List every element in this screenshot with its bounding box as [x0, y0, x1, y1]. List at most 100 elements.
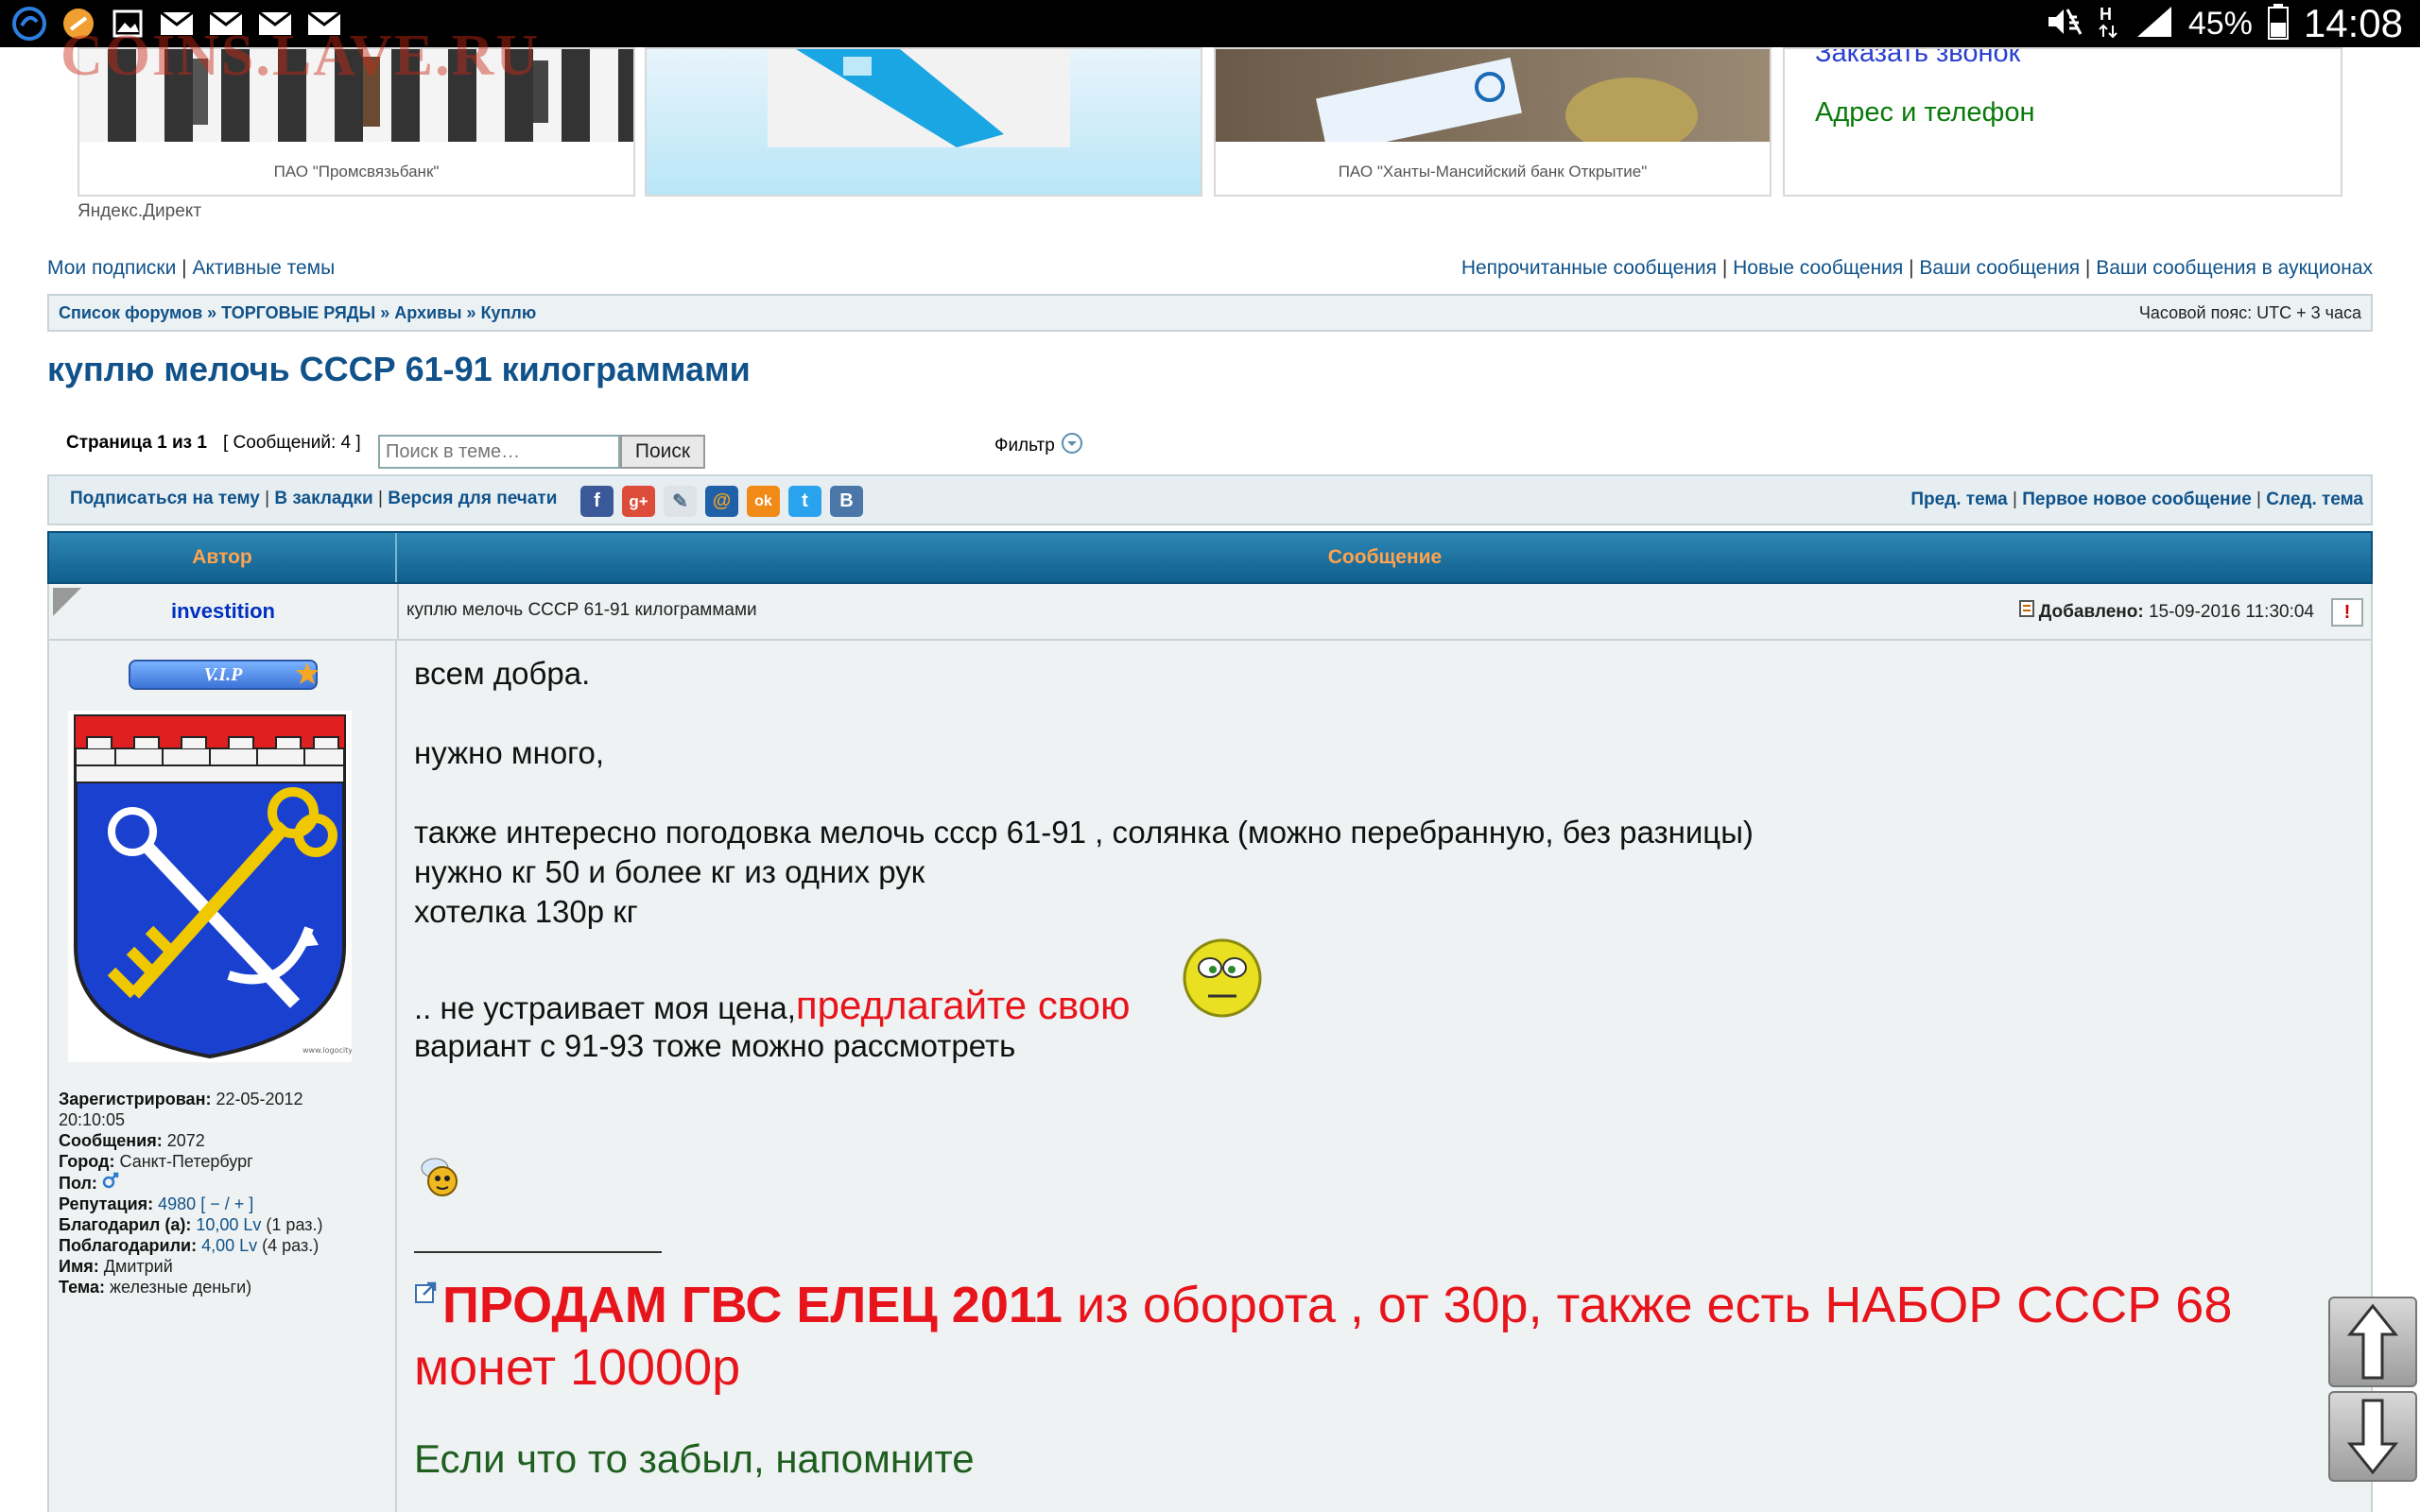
external-link-icon[interactable] — [414, 1280, 439, 1309]
ad-card-3[interactable]: ПАО "Ханты-Мансийский банк Открытие" — [1214, 47, 1772, 197]
link-your-auction-posts[interactable]: Ваши сообщения в аукционах — [2096, 257, 2373, 279]
male-icon — [102, 1172, 119, 1193]
mute-icon — [2045, 6, 2083, 43]
post-text: .. не устраивает моя цена, — [414, 990, 796, 1025]
vkontakte-icon[interactable]: B — [830, 486, 863, 517]
avatar: www.logocity.ru — [68, 711, 362, 1062]
vip-text: V.I.P — [203, 664, 243, 685]
reputation-value[interactable]: 4980 — [158, 1194, 196, 1213]
facebook-icon[interactable]: f — [580, 486, 614, 517]
registered-label: Зарегистрирован: — [59, 1090, 212, 1108]
thanked-count: (1 раз.) — [266, 1215, 323, 1234]
mail-icon — [208, 6, 244, 42]
timezone-label: Часовой пояс: UTC + 3 часа — [2138, 303, 2361, 322]
theme-value: железные деньги) — [109, 1278, 252, 1297]
scroll-down-button[interactable] — [2328, 1391, 2417, 1482]
report-icon[interactable]: ! — [2331, 598, 2363, 627]
ad-link-address[interactable]: Адрес и телефон — [1815, 97, 2341, 129]
signature-note: Если что то забыл, напомните — [414, 1436, 975, 1481]
subscribe-topic-link[interactable]: Подписаться на тему — [70, 489, 260, 508]
post-line: нужно много, — [414, 735, 605, 770]
post-link-icon[interactable] — [2018, 600, 2039, 622]
crumb-forum-list[interactable]: Список форумов — [59, 303, 202, 322]
registered-value: 22-05-2012 — [216, 1090, 303, 1108]
chevron-down-icon — [1061, 432, 1083, 460]
topic-search-input[interactable] — [378, 435, 620, 469]
google-plus-icon[interactable]: g+ — [622, 486, 655, 517]
bookmark-link[interactable]: В закладки — [274, 489, 372, 508]
post-date: Добавлено: 15-09-2016 11:30:04 — [2018, 600, 2314, 623]
battery-icon — [2267, 3, 2289, 44]
page-indicator: Страница 1 из 1 — [66, 433, 207, 453]
signal-icon — [2135, 5, 2173, 43]
livejournal-icon[interactable]: ✎ — [664, 486, 697, 517]
post-line: хотелка 130р кг — [414, 894, 638, 929]
mail-icon — [159, 6, 195, 42]
prev-topic-link[interactable]: Пред. тема — [1910, 490, 2007, 509]
signature-line-2: монет 10000р — [414, 1339, 741, 1396]
search-button[interactable]: Поиск — [620, 435, 705, 469]
twitter-icon[interactable]: t — [788, 486, 821, 517]
post-body: всем добра. нужно много, также интересно… — [397, 641, 2373, 1512]
next-topic-link[interactable]: След. тема — [2266, 490, 2363, 509]
crumb-archives[interactable]: Архивы — [394, 303, 461, 322]
reputation-label: Репутация: — [59, 1194, 154, 1213]
ad-caption: ПАО "Ханты-Мансийский банк Открытие" — [1338, 163, 1648, 180]
ad-link-call[interactable]: Заказать звонок — [1815, 49, 2341, 69]
thanks-count: (4 раз.) — [262, 1236, 320, 1255]
first-new-post-link[interactable]: Первое новое сообщение — [2022, 490, 2252, 509]
crumb-buy[interactable]: Куплю — [481, 303, 537, 322]
signature-divider — [414, 1251, 662, 1253]
swype-icon — [11, 6, 47, 42]
smiley-icon — [1180, 936, 1265, 1025]
posts-label: Сообщения: — [59, 1131, 163, 1150]
column-message: Сообщение — [1327, 546, 1443, 568]
link-my-subscriptions[interactable]: Мои подписки — [47, 257, 176, 279]
posts-value: 2072 — [166, 1131, 205, 1150]
name-label: Имя: — [59, 1257, 99, 1276]
link-unread[interactable]: Непрочитанные сообщения — [1461, 257, 1717, 279]
profile-details: Зарегистрирован: 22-05-2012 20:10:05 Соо… — [59, 1089, 389, 1297]
link-your-posts[interactable]: Ваши сообщения — [1919, 257, 2080, 279]
link-active-topics[interactable]: Активные темы — [192, 257, 335, 279]
post-text-red: предлагайте свою — [795, 983, 1131, 1027]
link-new-posts[interactable]: Новые сообщения — [1733, 257, 1903, 279]
crumb-trading[interactable]: ТОРГОВЫЕ РЯДЫ — [221, 303, 375, 322]
arrow-down-icon — [2346, 1399, 2399, 1475]
post-subject[interactable]: куплю мелочь СССР 61-91 килограммами — [406, 600, 757, 621]
signature-text: из оборота , от 30р, также есть НАБОР СС… — [1062, 1277, 2233, 1333]
filter-toggle[interactable]: Фильтр — [994, 432, 1083, 460]
scroll-up-button[interactable] — [2328, 1297, 2417, 1387]
post-line: нужно кг 50 и более кг из одних рук — [414, 854, 925, 889]
post-header-row: investition куплю мелочь СССР 61-91 кило… — [47, 584, 2373, 641]
print-version-link[interactable]: Версия для печати — [388, 489, 557, 508]
corner-marker-icon — [53, 588, 81, 616]
reputation-controls[interactable]: [ − / + ] — [200, 1194, 253, 1213]
bee-icon — [414, 1155, 467, 1203]
ad-card-2[interactable] — [645, 47, 1202, 197]
added-label: Добавлено: — [2038, 602, 2144, 622]
user-links-left: Мои подписки | Активные темы — [47, 257, 336, 279]
signature-bold: ПРОДАМ ГВС ЕЛЕЦ 2011 — [442, 1277, 1063, 1333]
post-line: .. не устраивает моя цена,предлагайте св… — [414, 983, 1131, 1028]
share-buttons: f g+ ✎ @ ok t B — [580, 486, 863, 517]
ad-image-crosswalk — [79, 49, 633, 142]
author-profile: V.I.P www.logocity.ru Зарегистрирован: 2… — [47, 641, 397, 1512]
column-author: Автор — [49, 533, 397, 582]
thanks-value[interactable]: 4,00 Lv — [201, 1236, 257, 1255]
breadcrumb: Список форумов » ТОРГОВЫЕ РЯДЫ » Архивы … — [47, 294, 2373, 332]
thanked-value[interactable]: 10,00 Lv — [196, 1215, 261, 1234]
ad-card-1[interactable]: ПАО "Промсвязьбанк" — [78, 47, 635, 197]
arrow-up-icon — [2346, 1303, 2399, 1380]
odnoklassniki-icon[interactable]: ok — [747, 486, 780, 517]
posts-count: [ Сообщений: 4 ] — [223, 433, 361, 453]
page-title[interactable]: куплю мелочь СССР 61-91 килограммами — [47, 350, 751, 389]
clock: 14:08 — [2303, 1, 2403, 45]
post-line: всем добра. — [414, 656, 591, 691]
signature-line[interactable]: ПРОДАМ ГВС ЕЛЕЦ 2011 из оборота , от 30р… — [442, 1276, 2232, 1334]
ad-image-bank-card — [1216, 49, 1770, 142]
author-name[interactable]: investition — [171, 599, 275, 623]
thanked-label: Благодарил (а): — [59, 1215, 192, 1234]
posts-table-header: Автор Сообщение — [47, 531, 2373, 584]
mailru-icon[interactable]: @ — [705, 486, 738, 517]
